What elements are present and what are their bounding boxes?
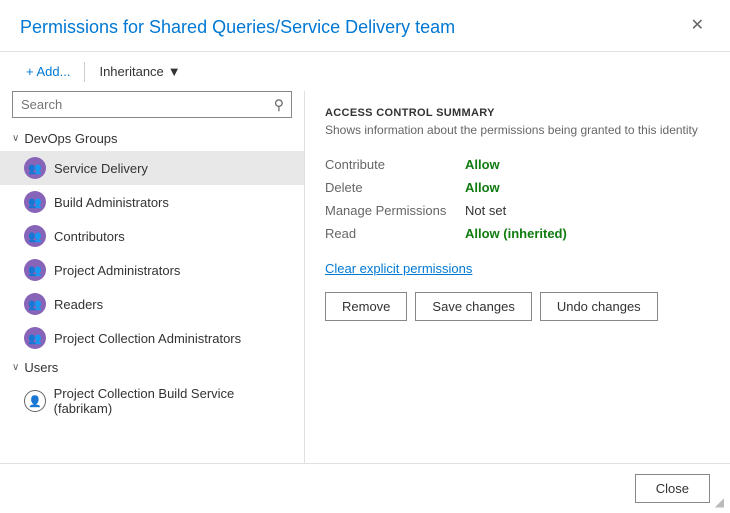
search-box: ⚲ [12, 91, 292, 118]
inheritance-arrow-icon: ▼ [168, 64, 181, 79]
table-row: Delete Allow [325, 176, 710, 199]
dialog-title: Permissions for Shared Queries/Service D… [20, 16, 455, 39]
list-item-build-service[interactable]: 👤 Project Collection Build Service (fabr… [0, 380, 304, 422]
dialog-close-button[interactable]: ✕ [685, 16, 710, 36]
avatar-contributors: 👥 [24, 225, 46, 247]
list-item-build-administrators[interactable]: 👥 Build Administrators [0, 185, 304, 219]
remove-button[interactable]: Remove [325, 292, 407, 321]
list-item-project-collection-administrators[interactable]: 👥 Project Collection Administrators [0, 321, 304, 355]
save-changes-button[interactable]: Save changes [415, 292, 531, 321]
item-label-build-service: Project Collection Build Service (fabrik… [54, 386, 292, 416]
table-row: Manage Permissions Not set [325, 199, 710, 222]
acs-subtitle: Shows information about the permissions … [325, 123, 710, 137]
perm-value-delete: Allow [465, 176, 710, 199]
list-item-contributors[interactable]: 👥 Contributors [0, 219, 304, 253]
chevron-devops-icon: ∨ [12, 133, 19, 144]
item-label-build-administrators: Build Administrators [54, 195, 169, 210]
permissions-dialog: Permissions for Shared Queries/Service D… [0, 0, 730, 513]
avatar-project-collection-administrators: 👥 [24, 327, 46, 349]
item-label-project-administrators: Project Administrators [54, 263, 180, 278]
group-list: ∨ DevOps Groups 👥 Service Delivery 👥 Bui… [0, 126, 304, 463]
avatar-build-service: 👤 [24, 390, 46, 412]
avatar-service-delivery: 👥 [24, 157, 46, 179]
group-header-devops[interactable]: ∨ DevOps Groups [0, 126, 304, 151]
dialog-header: Permissions for Shared Queries/Service D… [0, 0, 730, 39]
perm-name-delete: Delete [325, 176, 465, 199]
inheritance-button[interactable]: Inheritance ▼ [93, 60, 186, 83]
list-item-service-delivery[interactable]: 👥 Service Delivery [0, 151, 304, 185]
permission-table: Contribute Allow Delete Allow Manage Per… [325, 153, 710, 245]
avatar-build-administrators: 👥 [24, 191, 46, 213]
action-buttons: Remove Save changes Undo changes [325, 292, 710, 321]
clear-explicit-permissions-link[interactable]: Clear explicit permissions [325, 261, 472, 276]
search-icon: ⚲ [274, 96, 284, 113]
search-input[interactable] [12, 91, 292, 118]
undo-changes-button[interactable]: Undo changes [540, 292, 658, 321]
item-label-contributors: Contributors [54, 229, 125, 244]
perm-name-contribute: Contribute [325, 153, 465, 176]
perm-name-read: Read [325, 222, 465, 245]
acs-title: ACCESS CONTROL SUMMARY [325, 107, 710, 119]
item-label-service-delivery: Service Delivery [54, 161, 148, 176]
content-area: ⚲ ∨ DevOps Groups 👥 Service Delivery 👥 B… [0, 91, 730, 463]
chevron-users-icon: ∨ [12, 362, 19, 373]
perm-value-read: Allow (inherited) [465, 222, 710, 245]
toolbar: + Add... Inheritance ▼ [0, 52, 730, 91]
perm-name-manage: Manage Permissions [325, 199, 465, 222]
inheritance-label: Inheritance [99, 64, 163, 79]
group-users-label: Users [24, 360, 58, 375]
table-row: Contribute Allow [325, 153, 710, 176]
dialog-footer: Close [0, 463, 730, 513]
perm-value-manage: Not set [465, 199, 710, 222]
item-label-readers: Readers [54, 297, 103, 312]
group-devops-label: DevOps Groups [24, 131, 117, 146]
avatar-readers: 👥 [24, 293, 46, 315]
add-button[interactable]: + Add... [20, 60, 76, 83]
toolbar-divider [84, 62, 85, 82]
table-row: Read Allow (inherited) [325, 222, 710, 245]
list-item-project-administrators[interactable]: 👥 Project Administrators [0, 253, 304, 287]
avatar-project-administrators: 👥 [24, 259, 46, 281]
list-item-readers[interactable]: 👥 Readers [0, 287, 304, 321]
resize-handle[interactable]: ◢ [715, 495, 724, 509]
left-panel: ⚲ ∨ DevOps Groups 👥 Service Delivery 👥 B… [0, 91, 305, 463]
group-header-users[interactable]: ∨ Users [0, 355, 304, 380]
perm-value-contribute: Allow [465, 153, 710, 176]
item-label-project-collection-administrators: Project Collection Administrators [54, 331, 241, 346]
right-panel: ACCESS CONTROL SUMMARY Shows information… [305, 91, 730, 463]
footer-close-button[interactable]: Close [635, 474, 710, 503]
